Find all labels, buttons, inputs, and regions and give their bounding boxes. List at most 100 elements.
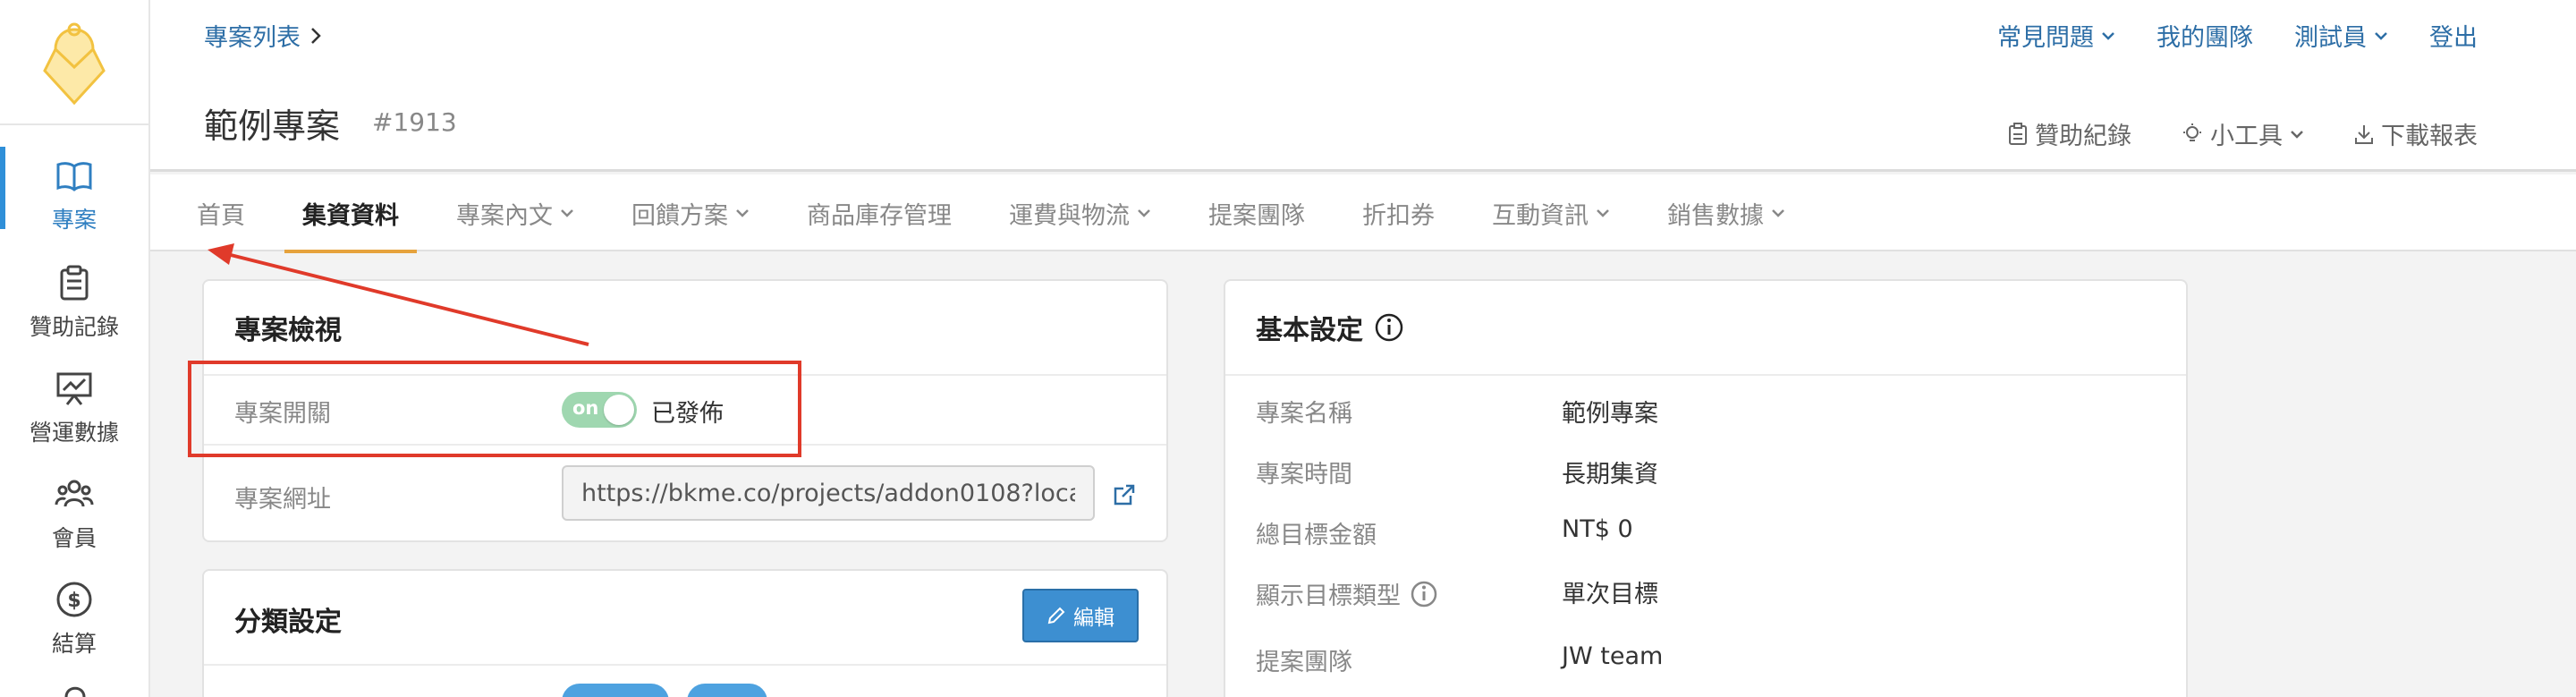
sponsor-log-label: 贊助紀錄 [2035,123,2131,150]
chevron-right-icon [311,27,321,44]
user-menu[interactable]: 測試員 [2294,18,2388,53]
download-report-label: 下載報表 [2381,123,2478,150]
edit-label: 編輯 [1073,607,1114,630]
faq-label: 常見問題 [1997,24,2094,52]
field-label: 專案名稱 [1256,400,1352,428]
field-label: 專案時間 [1256,461,1352,489]
breadcrumb[interactable]: 專案列表 [204,18,322,53]
chevron-down-icon [2375,31,2387,40]
field-value: 範例專案 [1562,400,1658,428]
field-value: NT$ 0 [1562,515,1633,543]
category-card: 分類設定 編輯 [202,569,1168,697]
category-tag[interactable] [687,684,767,697]
sidebar-item-projects[interactable]: 專案 [0,143,148,242]
tab-interactions[interactable]: 互動資訊 [1474,174,1628,251]
download-icon [2355,124,2373,144]
edit-category-button[interactable]: 編輯 [1022,589,1139,642]
pencil-icon [1047,607,1065,625]
sidebar-item-label: 會員 [51,525,97,551]
tab-funding-info[interactable]: 集資資料 [284,174,417,253]
header-tools: 贊助紀錄 小工具 下載報表 [2008,116,2478,151]
basic-settings-card: 基本設定 專案名稱 範例專案 專案時間 長期集資 總目標金額 NT$ 0 顯示目… [1224,279,2188,697]
tab-label: 互動資訊 [1492,201,1589,230]
user-label: 測試員 [2294,24,2367,52]
download-report-button[interactable]: 下載報表 [2354,116,2478,151]
clipboard-icon [60,265,89,301]
divider [1225,374,2186,376]
field-label: 顯示目標類型 [1256,582,1401,610]
chevron-down-icon [2102,31,2114,40]
field-value: 長期集資 [1562,461,1658,489]
header: 專案列表 範例專案 #1913 常見問題 我的團隊 測試員 登出 贊助紀錄 小工… [150,0,2576,172]
dollar-circle-icon: $ [56,582,92,617]
info-icon[interactable] [1374,312,1404,343]
field-value: 單次目標 [1562,581,1658,608]
sidebar-item-members[interactable]: 會員 [0,462,148,560]
tab-coupons[interactable]: 折扣券 [1344,174,1453,251]
chevron-down-icon [1138,209,1150,217]
clipboard-icon [2009,122,2027,145]
sidebar-item-label: 專案 [51,207,97,233]
sidebar-item-operations[interactable]: 營運數據 [0,356,148,455]
logo[interactable] [0,0,148,125]
sidebar-item-label: 營運數據 [29,420,119,446]
external-link-icon[interactable] [1113,483,1136,506]
logout-link[interactable]: 登出 [2429,18,2478,53]
tab-label: 銷售數據 [1667,201,1764,230]
faq-menu[interactable]: 常見問題 [1997,18,2115,53]
card-title: 分類設定 [234,607,342,638]
users-icon [55,480,94,507]
sidebar-item-label: 贊助記錄 [29,314,119,340]
chevron-down-icon [1597,209,1609,217]
annotation-highlight-box [188,361,801,457]
top-nav: 常見問題 我的團隊 測試員 登出 [1997,18,2478,53]
tab-bar: 首頁 集資資料 專案內文 回饋方案 商品庫存管理 運費與物流 提案團隊 折扣券 … [150,174,2576,253]
chevron-down-icon [2291,130,2303,139]
divider [204,664,1166,666]
sidebar-item-sponsor-records[interactable]: 贊助記錄 [0,251,148,349]
target-type-label-group: 顯示目標類型 [1256,576,1438,611]
category-tag[interactable] [562,684,669,697]
tab-project-content[interactable]: 專案內文 [438,174,592,251]
tab-label: 專案內文 [456,201,553,230]
sponsor-log-button[interactable]: 贊助紀錄 [2008,116,2131,151]
lightbulb-icon [2183,123,2201,141]
field-label: 總目標金額 [1256,522,1377,549]
tab-sales-data[interactable]: 銷售數據 [1649,174,1803,251]
my-team-link[interactable]: 我的團隊 [2157,18,2253,53]
url-label: 專案網址 [234,486,331,514]
tab-label: 商品庫存管理 [807,201,952,230]
chevron-down-icon [1772,209,1784,217]
field-label: 提案團隊 [1256,649,1352,676]
card-title: 基本設定 [1256,315,1363,346]
card-title: 專案檢視 [234,315,342,346]
sidebar-item-label: 結算 [51,631,97,657]
tab-label: 提案團隊 [1208,201,1305,230]
info-icon[interactable] [1410,580,1438,608]
partial-icon [64,686,86,697]
widgets-label: 小工具 [2210,123,2283,150]
svg-text:$: $ [67,590,80,612]
tab-label: 折扣券 [1362,201,1435,230]
tab-inventory[interactable]: 商品庫存管理 [789,174,970,251]
tab-label: 集資資料 [302,201,399,230]
widgets-menu[interactable]: 小工具 [2182,116,2304,151]
field-value: JW team [1562,642,1664,670]
tab-team[interactable]: 提案團隊 [1191,174,1323,251]
tab-shipping[interactable]: 運費與物流 [991,174,1169,251]
tab-rewards[interactable]: 回饋方案 [614,174,767,251]
project-id: #1913 [372,107,457,137]
presentation-chart-icon [56,372,92,405]
project-url-input[interactable] [562,465,1095,521]
sidebar-item-settlement[interactable]: $ 結算 [0,567,148,666]
card-header: 基本設定 [1256,308,1404,347]
breadcrumb-link[interactable]: 專案列表 [204,18,301,53]
sidebar: 專案 贊助記錄 營運數據 會員 $ 結算 [0,0,150,697]
book-icon [56,162,92,191]
tab-label: 回饋方案 [631,201,728,230]
chevron-down-icon [736,209,749,217]
tab-home[interactable]: 首頁 [179,174,263,251]
page-title: 範例專案 [204,106,341,146]
brand-logo-icon [43,22,106,106]
tab-label: 運費與物流 [1009,201,1130,230]
